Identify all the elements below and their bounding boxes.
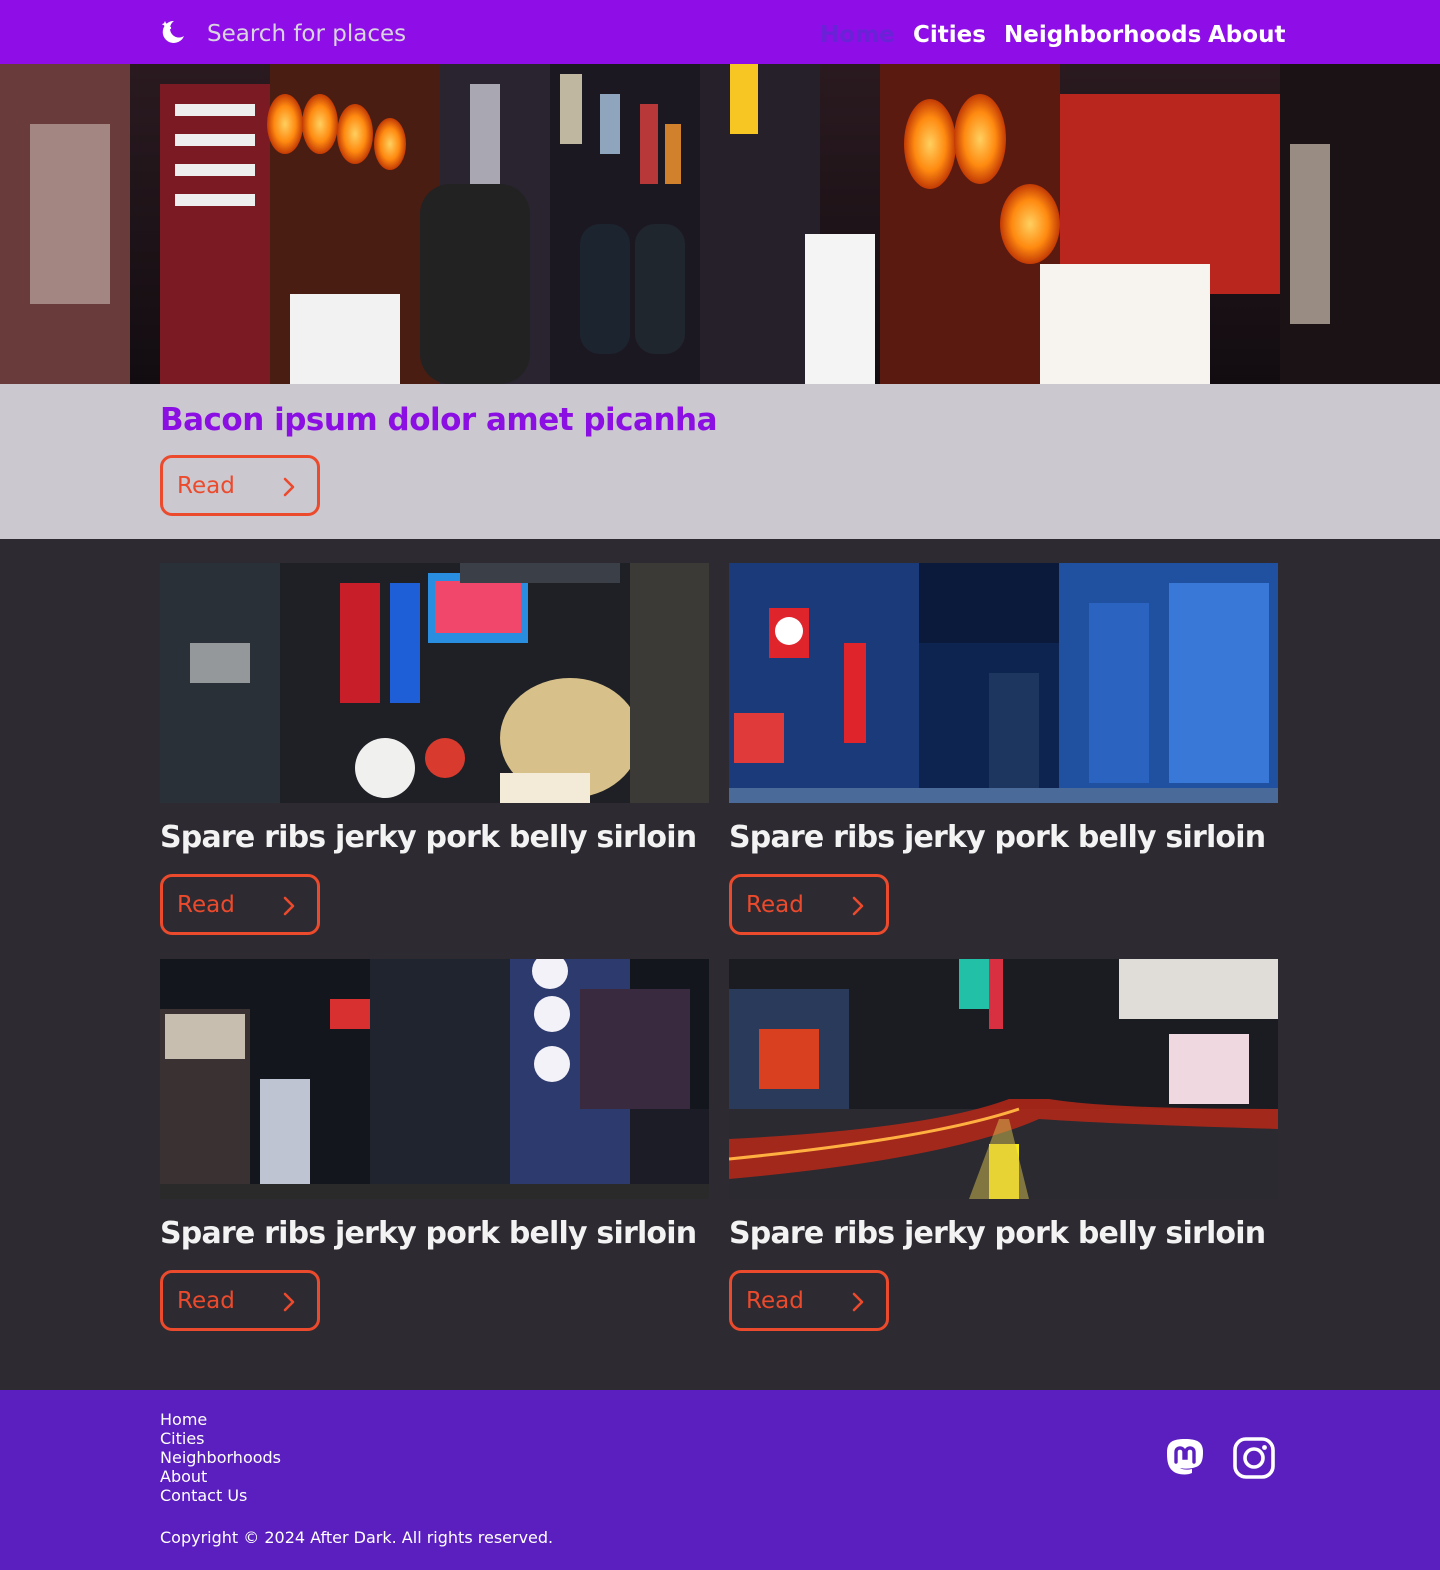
read-label: Read	[177, 473, 235, 499]
chevron-right-icon	[852, 896, 864, 916]
footer-link-neighborhoods[interactable]: Neighborhoods	[160, 1448, 281, 1467]
chevron-right-icon	[283, 896, 295, 916]
card-read-button[interactable]: Read	[729, 1270, 889, 1331]
card-read-button[interactable]: Read	[160, 874, 320, 935]
card-read-button[interactable]: Read	[160, 1270, 320, 1331]
card-read-button[interactable]: Read	[729, 874, 889, 935]
card-image[interactable]	[160, 959, 709, 1199]
footer-link-cities[interactable]: Cities	[160, 1429, 281, 1448]
nav-link-home[interactable]: Home	[820, 18, 895, 52]
card-image[interactable]	[729, 563, 1278, 803]
hero-image	[0, 64, 1440, 384]
chevron-right-icon	[283, 477, 295, 497]
nav-link-about[interactable]: About	[1208, 18, 1285, 52]
card-image[interactable]	[160, 563, 709, 803]
hero-read-button[interactable]: Read	[160, 455, 320, 516]
footer-links: Home Cities Neighborhoods About Contact …	[160, 1410, 281, 1505]
footer-link-home[interactable]: Home	[160, 1410, 281, 1429]
read-label: Read	[746, 892, 804, 918]
footer-link-contact[interactable]: Contact Us	[160, 1486, 281, 1505]
card-title[interactable]: Spare ribs jerky pork belly sirloin	[160, 1216, 697, 1251]
hero-title: Bacon ipsum dolor amet picanha	[160, 402, 718, 438]
read-label: Read	[177, 1288, 235, 1314]
nav-link-cities[interactable]: Cities	[913, 18, 986, 52]
card-image[interactable]	[729, 959, 1278, 1199]
card-title[interactable]: Spare ribs jerky pork belly sirloin	[729, 820, 1266, 855]
nav-links: Home Cities Neighborhoods About	[0, 18, 1440, 52]
instagram-icon[interactable]	[1232, 1436, 1276, 1480]
mastodon-icon[interactable]	[1163, 1436, 1207, 1480]
card-title[interactable]: Spare ribs jerky pork belly sirloin	[729, 1216, 1266, 1251]
footer-link-about[interactable]: About	[160, 1467, 281, 1486]
copyright-text: Copyright © 2024 After Dark. All rights …	[160, 1528, 554, 1547]
card-title[interactable]: Spare ribs jerky pork belly sirloin	[160, 820, 697, 855]
nav-link-neighborhoods[interactable]: Neighborhoods	[1004, 18, 1201, 52]
chevron-right-icon	[283, 1292, 295, 1312]
read-label: Read	[177, 892, 235, 918]
read-label: Read	[746, 1288, 804, 1314]
chevron-right-icon	[852, 1292, 864, 1312]
